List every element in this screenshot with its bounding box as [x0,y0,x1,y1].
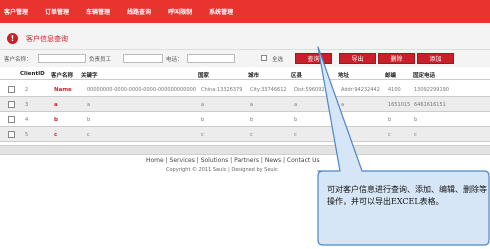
callout-shape [317,46,490,246]
callout-bubble [317,46,490,246]
callout-text: 可对客户信息进行查询、添加、编辑、删除等操作，并可以导出EXCEL表格。 [327,185,487,206]
